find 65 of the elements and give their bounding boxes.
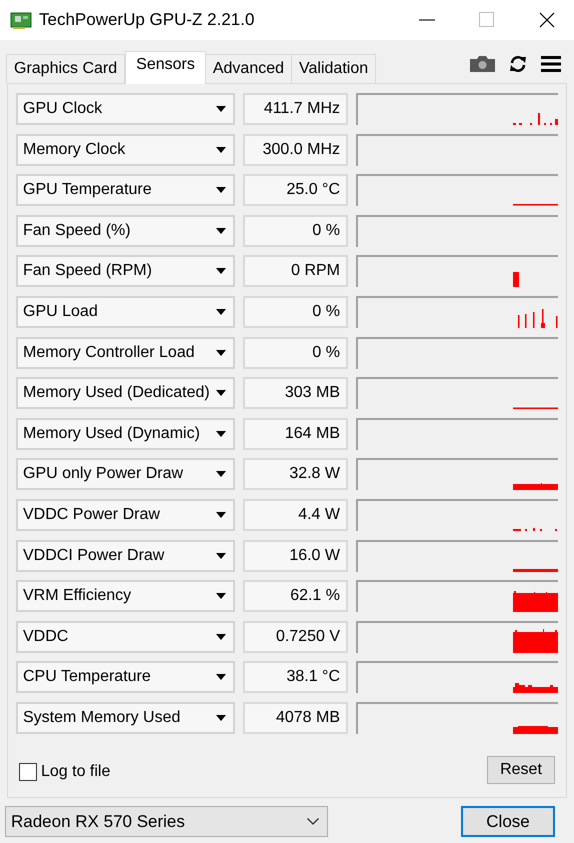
caret-icon: [216, 268, 226, 274]
app-icon: [10, 11, 32, 29]
sensor-select[interactable]: VDDCI Power Draw: [16, 540, 236, 572]
sensor-select[interactable]: Memory Used (Dynamic): [16, 418, 236, 450]
sensor-value: 0.7250 V: [243, 620, 348, 653]
sensor-value: 164 MB: [243, 418, 348, 450]
caret-icon: [216, 512, 226, 518]
sensor-select[interactable]: GPU Temperature: [16, 174, 236, 206]
sensor-select[interactable]: GPU Clock: [16, 93, 236, 125]
checkbox-label: Log to file: [41, 762, 110, 782]
chevron-down-icon: [307, 818, 319, 825]
caret-icon: [216, 674, 226, 680]
sensor-value: 4.4 W: [243, 498, 348, 531]
caret-icon: [216, 714, 226, 721]
sensor-select[interactable]: GPU only Power Draw: [16, 458, 236, 490]
sensor-select[interactable]: GPU Load: [16, 296, 236, 328]
sensor-value: 38.1 °C: [243, 661, 348, 694]
sensor-value: 16.0 W: [243, 540, 348, 572]
sensor-select[interactable]: Fan Speed (%): [16, 214, 236, 247]
caret-icon: [216, 350, 226, 356]
sensor-value: 303 MB: [243, 377, 348, 410]
tab[interactable]: Graphics Card: [6, 54, 126, 83]
caret-icon: [216, 308, 226, 315]
sensor-value: 25.0 °C: [243, 174, 348, 206]
sensor-select[interactable]: VDDC: [16, 620, 236, 653]
caret-icon: [216, 552, 226, 559]
maximize-icon: [479, 12, 495, 28]
sensor-value: 4078 MB: [243, 702, 348, 734]
caret-icon: [216, 146, 226, 153]
tab[interactable]: Sensors: [125, 51, 206, 84]
close-button[interactable]: Close: [461, 806, 555, 837]
sensor-select[interactable]: Fan Speed (RPM): [16, 255, 236, 288]
sensor-value: 0 %: [243, 296, 348, 328]
caret-icon: [216, 187, 226, 194]
log-checkbox[interactable]: [19, 762, 37, 781]
window-title: TechPowerUp GPU-Z 2.21.0: [39, 9, 254, 32]
caret-icon: [216, 634, 226, 640]
sensor-value: 32.8 W: [243, 458, 348, 490]
sensor-select[interactable]: CPU Temperature: [16, 661, 236, 694]
sensor-value: 62.1 %: [243, 580, 348, 612]
sensor-value: 411.7 MHz: [243, 93, 348, 125]
sensor-select[interactable]: VDDC Power Draw: [16, 498, 236, 531]
sensor-value: 0 %: [243, 336, 348, 369]
reset-button[interactable]: Reset: [487, 756, 555, 784]
camera-icon[interactable]: [470, 56, 495, 72]
sensor-select[interactable]: Memory Used (Dedicated): [16, 377, 236, 410]
sensor-select[interactable]: Memory Clock: [16, 134, 236, 166]
sensor-value: 0 RPM: [243, 255, 348, 288]
caret-icon: [216, 390, 226, 396]
caret-icon: [216, 228, 226, 234]
device-select[interactable]: Radeon RX 570 Series: [5, 806, 328, 837]
minimize-icon: [419, 19, 435, 21]
close-icon: [539, 12, 555, 28]
sensor-value: 300.0 MHz: [243, 134, 348, 166]
tab[interactable]: Validation: [291, 54, 376, 83]
caret-icon: [216, 106, 226, 112]
caret-icon: [216, 471, 226, 478]
menu-icon[interactable]: [541, 56, 561, 72]
refresh-icon[interactable]: [509, 55, 527, 73]
sensor-select[interactable]: System Memory Used: [16, 702, 236, 734]
sensor-select[interactable]: VRM Efficiency: [16, 580, 236, 612]
caret-icon: [216, 430, 226, 437]
caret-icon: [216, 593, 226, 600]
sensor-select[interactable]: Memory Controller Load: [16, 336, 236, 369]
sensor-value: 0 %: [243, 214, 348, 247]
